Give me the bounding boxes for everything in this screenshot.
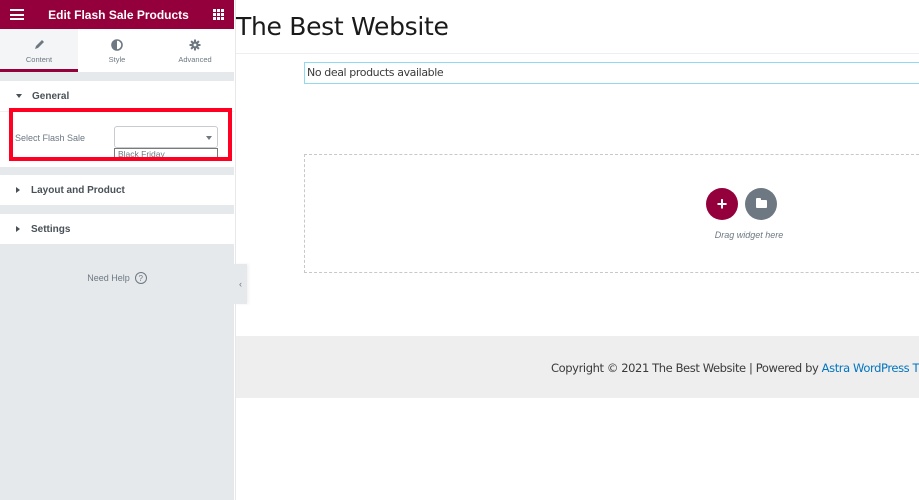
section-layout-and-product: Layout and Product <box>0 175 234 205</box>
half-circle-icon <box>111 38 123 52</box>
editor-panel: Edit Flash Sale Products Content Style A… <box>0 0 234 500</box>
caret-right-icon <box>16 226 20 232</box>
select-flash-sale-label: Select Flash Sale <box>15 133 86 143</box>
copyright-text: Copyright © 2021 The Best Website | Powe… <box>551 361 822 375</box>
section-header-layout-and-product[interactable]: Layout and Product <box>0 175 234 205</box>
tab-style[interactable]: Style <box>78 29 156 72</box>
tab-label: Advanced <box>178 54 212 64</box>
tab-label: Content <box>25 54 53 64</box>
collapse-panel-handle[interactable]: ‹ <box>234 264 247 304</box>
plus-icon: + <box>716 193 728 214</box>
deal-products-widget[interactable]: No deal products available <box>304 62 919 84</box>
general-controls: Select Flash Sale Black Friday <box>0 111 234 167</box>
panel-header: Edit Flash Sale Products <box>0 0 234 29</box>
widget-drop-zone[interactable]: + Drag widget here <box>304 154 919 273</box>
site-preview: The Best Website No deal products availa… <box>235 0 919 500</box>
add-template-button[interactable] <box>745 188 777 220</box>
panel-tabs: Content Style Advanced <box>0 29 234 73</box>
pencil-icon <box>34 38 45 52</box>
section-label: General <box>32 90 70 102</box>
section-label: Settings <box>31 223 71 235</box>
grid-icon[interactable] <box>213 9 224 20</box>
header-divider <box>236 53 919 54</box>
site-footer: Copyright © 2021 The Best Website | Powe… <box>236 336 919 398</box>
footer-copyright: Copyright © 2021 The Best Website | Powe… <box>551 361 919 375</box>
chevron-left-icon: ‹ <box>239 279 242 289</box>
dropdown-option-black-friday[interactable]: Black Friday <box>114 148 218 161</box>
panel-title: Edit Flash Sale Products <box>48 7 189 22</box>
tab-advanced[interactable]: Advanced <box>156 29 234 72</box>
chevron-down-icon <box>206 136 212 140</box>
section-label: Layout and Product <box>31 184 125 196</box>
folder-icon <box>755 198 767 208</box>
question-circle-icon: ? <box>134 272 147 284</box>
section-general: General Select Flash Sale Black Friday <box>0 81 234 167</box>
need-help-label: Need Help <box>87 273 130 283</box>
add-section-button[interactable]: + <box>706 188 738 220</box>
section-header-general[interactable]: General <box>0 81 234 111</box>
caret-down-icon <box>16 94 22 98</box>
section-settings: Settings <box>0 214 234 244</box>
astra-theme-link[interactable]: Astra WordPress Theme <box>822 361 919 375</box>
flash-sale-select[interactable] <box>114 126 218 148</box>
gear-icon <box>189 38 201 52</box>
drop-zone-buttons: + <box>706 188 777 220</box>
site-title[interactable]: The Best Website <box>236 12 449 41</box>
tab-content[interactable]: Content <box>0 29 78 72</box>
need-help-link[interactable]: Need Help ? <box>0 272 234 284</box>
tab-label: Style <box>108 54 126 64</box>
section-header-settings[interactable]: Settings <box>0 214 234 244</box>
caret-right-icon <box>16 187 20 193</box>
hamburger-icon[interactable] <box>10 9 24 20</box>
drag-widget-hint: Drag widget here <box>714 230 784 240</box>
